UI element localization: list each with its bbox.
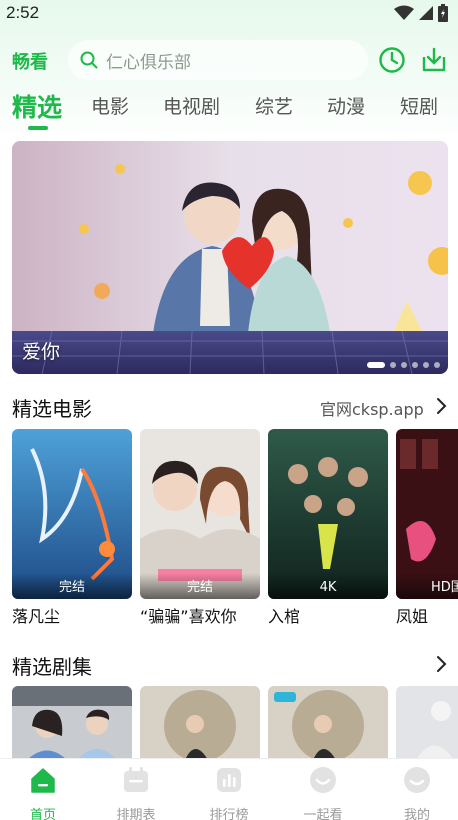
hero-banner[interactable]: 爱你 (12, 141, 448, 374)
banner-image (12, 141, 448, 374)
bottom-navigation: 首页 排期表 排行榜 一起看 我的 (0, 758, 458, 820)
official-site-link[interactable]: 官网cksp.app (320, 396, 424, 420)
search-bar[interactable]: 仁心俱乐部 (68, 40, 368, 80)
tab-short-drama[interactable]: 短剧 (400, 92, 438, 119)
nav-label: 一起看 (303, 808, 343, 820)
poster-badge: 完结 (12, 573, 132, 599)
series-poster[interactable] (12, 686, 132, 760)
active-tab-indicator (28, 126, 48, 130)
movie-poster[interactable]: 4K (268, 429, 388, 599)
nav-schedule[interactable]: 排期表 (101, 765, 171, 820)
movie-title[interactable]: 凤姐 (396, 603, 428, 627)
status-time: 2:52 (6, 3, 40, 22)
watch-together-icon (310, 767, 336, 793)
section-title-movies: 精选电影 (12, 397, 92, 421)
nav-ranking[interactable]: 排行榜 (194, 765, 264, 820)
nav-label: 首页 (29, 808, 56, 820)
tab-tv-series[interactable]: 电视剧 (163, 92, 220, 119)
carousel-dot (390, 362, 396, 368)
tab-featured[interactable]: 精选 (12, 88, 62, 124)
carousel-dot (367, 362, 385, 368)
movie-title[interactable]: 入棺 (268, 603, 300, 627)
chevron-right-icon[interactable] (434, 655, 448, 673)
section-title-series: 精选剧集 (12, 655, 92, 679)
signal-icon (419, 6, 433, 20)
series-poster[interactable] (268, 686, 388, 760)
profile-icon (404, 767, 430, 793)
wifi-icon (394, 5, 414, 20)
movie-poster[interactable]: 完结 (12, 429, 132, 599)
carousel-indicator (367, 362, 440, 368)
status-bar: 2:52 (0, 0, 458, 26)
nav-watch-together[interactable]: 一起看 (288, 765, 358, 820)
movie-poster[interactable]: 完结 (140, 429, 260, 599)
movie-title[interactable]: “骗骗”喜欢你 (140, 603, 237, 627)
nav-label: 排期表 (116, 808, 156, 820)
poster-badge: 4K (268, 573, 388, 599)
banner-title: 爱你 (22, 341, 61, 363)
ranking-icon (217, 768, 241, 792)
home-icon (31, 768, 55, 793)
poster-image (268, 686, 388, 760)
series-poster[interactable] (396, 686, 458, 760)
status-icons (394, 4, 448, 22)
tab-movies[interactable]: 电影 (91, 92, 129, 119)
tab-anime[interactable]: 动漫 (327, 92, 365, 119)
battery-icon (438, 4, 448, 22)
nav-home[interactable]: 首页 (8, 765, 78, 820)
chevron-right-icon[interactable] (434, 397, 448, 415)
carousel-dot (423, 362, 429, 368)
app-header: 畅看 仁心俱乐部 (0, 40, 458, 80)
nav-profile[interactable]: 我的 (382, 765, 452, 820)
poster-image (12, 686, 132, 760)
category-tabs: 精选 电影 电视剧 综艺 动漫 短剧 (0, 88, 458, 130)
poster-badge: HD国 (396, 573, 458, 599)
search-icon (80, 51, 98, 69)
calendar-icon (124, 767, 148, 792)
search-placeholder: 仁心俱乐部 (106, 52, 191, 73)
poster-badge: 完结 (140, 573, 260, 599)
nav-label: 排行榜 (209, 808, 249, 820)
app-logo: 畅看 (12, 52, 48, 73)
poster-image (140, 686, 260, 760)
carousel-dot (412, 362, 418, 368)
nav-label: 我的 (403, 808, 430, 820)
series-poster[interactable] (140, 686, 260, 760)
download-icon[interactable] (419, 45, 449, 75)
carousel-dot (434, 362, 440, 368)
poster-image (396, 686, 458, 760)
tab-variety[interactable]: 综艺 (255, 92, 293, 119)
history-icon[interactable] (377, 45, 407, 75)
carousel-dot (401, 362, 407, 368)
movie-poster[interactable]: HD国 (396, 429, 458, 599)
movie-title[interactable]: 落凡尘 (12, 603, 60, 627)
